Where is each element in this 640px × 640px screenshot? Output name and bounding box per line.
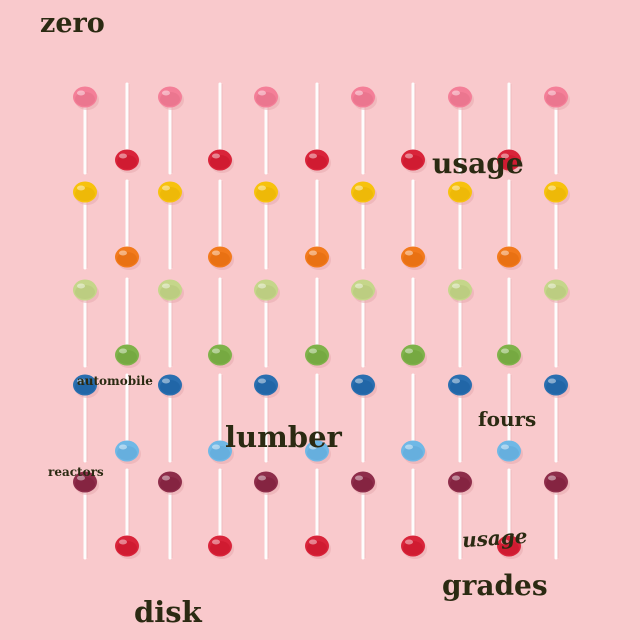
- candy-highlight: [548, 283, 556, 289]
- candy-highlight: [119, 348, 127, 354]
- candy-highlight: [548, 378, 556, 384]
- candy-highlight: [162, 185, 170, 191]
- candy-highlight: [355, 475, 363, 481]
- photo-scene: zero usage automobile fours lumber react…: [0, 0, 640, 640]
- candy-highlight: [405, 348, 413, 354]
- candy-highlight: [212, 250, 220, 256]
- candy-highlight: [258, 283, 266, 289]
- candy-highlight: [501, 444, 509, 450]
- candy-highlight: [258, 90, 266, 96]
- candy-highlight: [162, 283, 170, 289]
- candy-highlight: [548, 475, 556, 481]
- candy-highlight: [355, 378, 363, 384]
- candy-highlight: [355, 185, 363, 191]
- candy-highlight: [77, 90, 85, 96]
- candy-highlight: [405, 250, 413, 256]
- word-fours: fours: [478, 407, 537, 431]
- candy-highlight: [258, 185, 266, 191]
- word-lumber: lumber: [225, 420, 342, 454]
- candy-highlight: [452, 378, 460, 384]
- candy-highlight: [212, 348, 220, 354]
- candy-highlight: [309, 539, 317, 545]
- word-usage-bottom: usage: [461, 523, 529, 553]
- candy-highlight: [548, 90, 556, 96]
- candy-highlight: [548, 185, 556, 191]
- candy-highlight: [309, 153, 317, 159]
- candy-highlight: [405, 539, 413, 545]
- candy-highlight: [355, 90, 363, 96]
- word-reactors: reactors: [48, 465, 104, 479]
- word-automobile: automobile: [77, 374, 153, 388]
- candy-highlight: [119, 250, 127, 256]
- candy-highlight: [452, 283, 460, 289]
- candy-highlight: [258, 475, 266, 481]
- candy-highlight: [452, 90, 460, 96]
- candy-highlight: [212, 539, 220, 545]
- word-usage-top: usage: [432, 147, 524, 180]
- candy-highlight: [119, 153, 127, 159]
- candy-highlight: [501, 250, 509, 256]
- candy-highlight: [452, 475, 460, 481]
- candy-highlight: [119, 444, 127, 450]
- candy-highlight: [309, 348, 317, 354]
- candy-highlight: [405, 153, 413, 159]
- candy-highlight: [162, 378, 170, 384]
- candy-highlight: [119, 539, 127, 545]
- candy-highlight: [212, 153, 220, 159]
- candy-highlight: [501, 348, 509, 354]
- candy-highlight: [77, 185, 85, 191]
- candy-highlight: [162, 90, 170, 96]
- lollipop-grid: [73, 82, 570, 560]
- candy-highlight: [258, 378, 266, 384]
- candy-highlight: [77, 283, 85, 289]
- candy-highlight: [452, 185, 460, 191]
- word-zero: zero: [40, 8, 105, 39]
- word-grades: grades: [442, 569, 548, 602]
- word-disk: disk: [134, 595, 202, 629]
- candy-highlight: [212, 444, 220, 450]
- candy-highlight: [162, 475, 170, 481]
- candy-highlight: [355, 283, 363, 289]
- candy-highlight: [405, 444, 413, 450]
- candy-highlight: [309, 250, 317, 256]
